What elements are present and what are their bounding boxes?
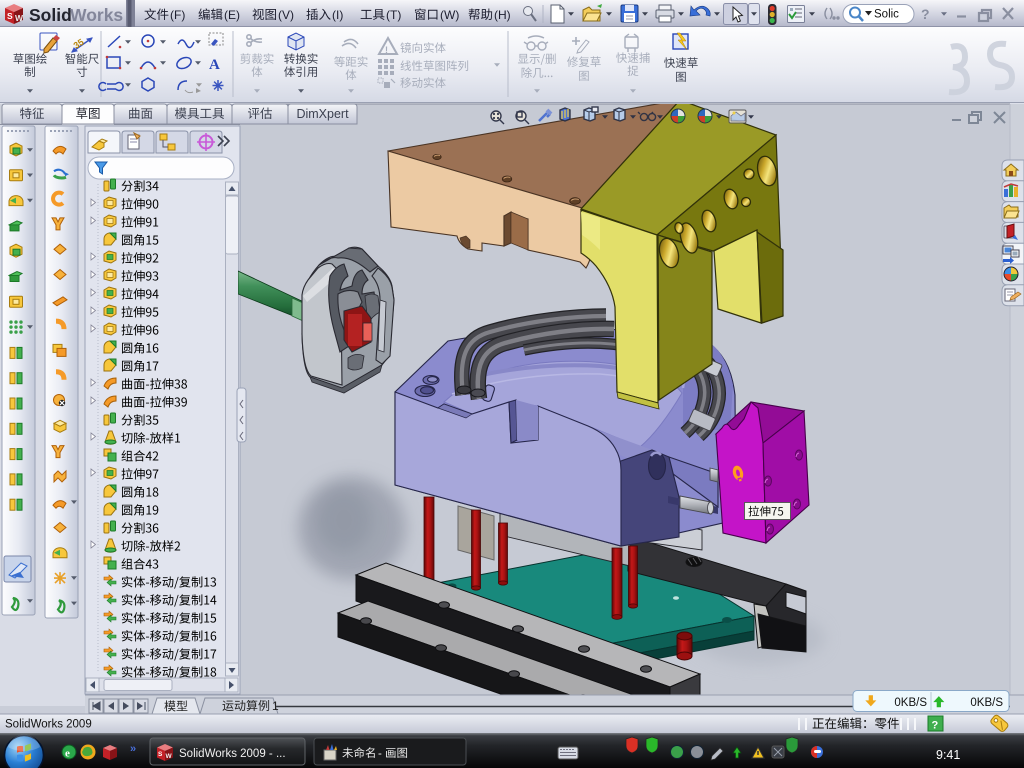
svg-text:0KB/S: 0KB/S — [970, 697, 1003, 709]
svg-text:(T): (T) — [386, 8, 401, 22]
svg-text:e: e — [65, 748, 70, 760]
svg-text:(V): (V) — [278, 8, 294, 22]
svg-text:Works: Works — [70, 5, 123, 25]
svg-text:Solic: Solic — [874, 9, 899, 21]
svg-text:S: S — [7, 11, 13, 21]
svg-text:(F): (F) — [170, 8, 185, 22]
svg-text:0KB/S: 0KB/S — [894, 697, 927, 709]
svg-text:(I): (I) — [332, 8, 343, 22]
svg-text:-: - — [378, 748, 382, 760]
svg-text:W: W — [166, 753, 173, 760]
svg-text:(H): (H) — [494, 8, 511, 22]
svg-text:?: ? — [932, 720, 939, 732]
svg-text:DimXpert: DimXpert — [296, 107, 349, 121]
svg-text:1: 1 — [272, 699, 279, 713]
svg-text:A: A — [209, 57, 220, 73]
svg-text:(W): (W) — [440, 8, 459, 22]
svg-text:!: ! — [385, 45, 388, 55]
svg-text:»: » — [130, 743, 136, 755]
svg-text:(E): (E) — [224, 8, 240, 22]
svg-text:9:41: 9:41 — [936, 748, 960, 762]
svg-text:S: S — [158, 751, 163, 758]
svg-text:W: W — [15, 13, 24, 23]
svg-text:SolidWorks 2009 - ...: SolidWorks 2009 - ... — [179, 748, 286, 760]
svg-text:Solid: Solid — [29, 5, 72, 25]
svg-text:SolidWorks 2009: SolidWorks 2009 — [5, 719, 92, 731]
svg-text:?: ? — [921, 6, 930, 22]
